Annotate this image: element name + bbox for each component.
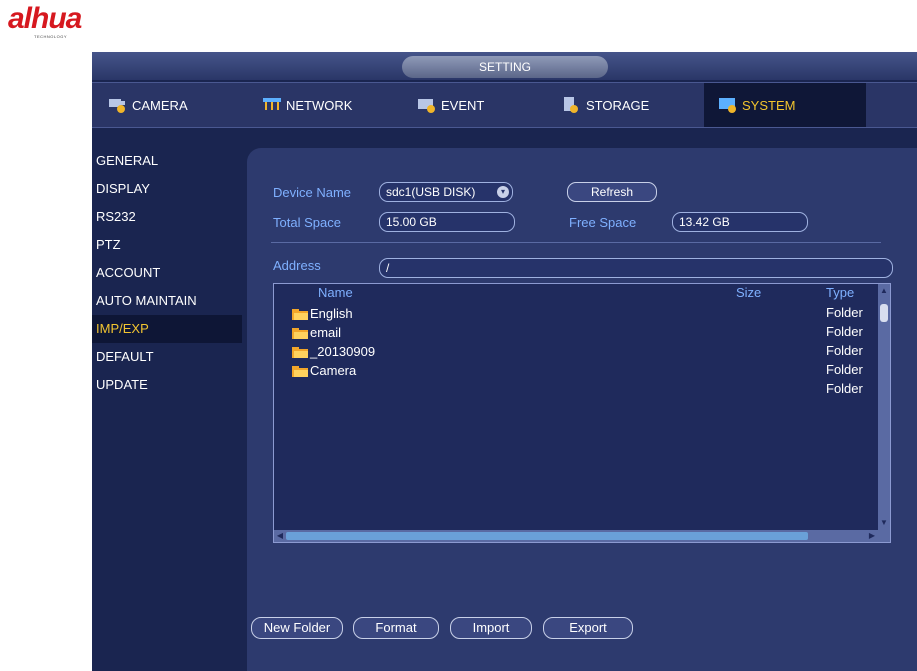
export-button[interactable]: Export <box>543 617 633 639</box>
file-type: Folder <box>826 305 863 320</box>
window-title: SETTING <box>402 56 608 78</box>
sidebar-item-general[interactable]: GENERAL <box>92 147 242 175</box>
tab-camera[interactable]: CAMERA <box>102 83 228 127</box>
event-icon <box>417 96 437 114</box>
total-space-label: Total Space <box>273 215 341 230</box>
tab-event-label: EVENT <box>441 97 485 113</box>
camera-icon <box>108 96 128 114</box>
scroll-left-icon[interactable]: ◀ <box>274 530 286 542</box>
horizontal-scrollbar[interactable]: ◀ ▶ <box>274 530 878 542</box>
column-size-header[interactable]: Size <box>736 285 761 300</box>
device-name-value: sdc1(USB DISK) <box>386 185 476 199</box>
brand-logo: alhua TECHNOLOGY <box>8 2 128 44</box>
settings-window: SETTING CAMERA NETWORK EVENT STORAGE SYS… <box>92 52 917 671</box>
address-field[interactable]: / <box>379 258 893 278</box>
tab-system-label: SYSTEM <box>742 97 796 113</box>
list-item[interactable]: _20130909 <box>292 342 375 361</box>
file-name: email <box>310 325 342 340</box>
scroll-down-icon[interactable]: ▼ <box>878 518 890 528</box>
vertical-scrollbar[interactable]: ▲ ▼ <box>878 284 890 542</box>
sidebar-item-auto-maintain[interactable]: AUTO MAINTAIN <box>92 287 242 315</box>
file-type: Folder <box>826 343 863 358</box>
system-icon <box>718 96 738 114</box>
tab-event[interactable]: EVENT <box>417 83 537 127</box>
free-space-field: 13.42 GB <box>672 212 808 232</box>
new-folder-button[interactable]: New Folder <box>251 617 343 639</box>
sidebar-item-ptz[interactable]: PTZ <box>92 231 242 259</box>
tab-network[interactable]: NETWORK <box>262 83 382 127</box>
scroll-right-icon[interactable]: ▶ <box>866 530 878 542</box>
tab-camera-label: CAMERA <box>132 97 188 113</box>
folder-icon <box>292 327 308 339</box>
folder-icon <box>292 308 308 320</box>
tab-storage[interactable]: STORAGE <box>562 83 682 127</box>
chevron-down-icon: ▾ <box>497 186 509 198</box>
divider <box>271 242 881 243</box>
file-type: Folder <box>826 324 863 339</box>
sidebar-item-default[interactable]: DEFAULT <box>92 343 242 371</box>
network-icon <box>262 96 282 114</box>
tab-storage-label: STORAGE <box>586 97 650 113</box>
sidebar-item-rs232[interactable]: RS232 <box>92 203 242 231</box>
folder-icon <box>292 346 308 358</box>
tab-system[interactable]: SYSTEM <box>704 83 866 127</box>
sidebar-item-imp-exp[interactable]: IMP/EXP <box>92 315 242 343</box>
refresh-button[interactable]: Refresh <box>567 182 657 202</box>
column-type-header[interactable]: Type <box>826 285 854 300</box>
import-button[interactable]: Import <box>450 617 532 639</box>
sidebar-item-account[interactable]: ACCOUNT <box>92 259 242 287</box>
storage-icon <box>562 96 582 114</box>
device-name-label: Device Name <box>273 185 352 200</box>
list-item[interactable]: email <box>292 323 341 342</box>
sidebar-item-update[interactable]: UPDATE <box>92 371 242 399</box>
scroll-up-icon[interactable]: ▲ <box>878 286 890 296</box>
folder-icon <box>292 365 308 377</box>
format-button[interactable]: Format <box>353 617 439 639</box>
list-item[interactable]: English <box>292 304 353 323</box>
title-bar: SETTING <box>92 52 917 80</box>
scroll-thumb[interactable] <box>286 532 808 540</box>
total-space-field: 15.00 GB <box>379 212 515 232</box>
column-name-header[interactable]: Name <box>318 285 353 300</box>
logo-subtext: TECHNOLOGY <box>34 34 68 39</box>
sidebar: GENERAL DISPLAY RS232 PTZ ACCOUNT AUTO M… <box>92 147 242 399</box>
file-type: Folder <box>826 381 863 396</box>
file-list[interactable]: Name Size Type English Folder email Fold… <box>273 283 891 543</box>
file-name: English <box>310 306 353 321</box>
tab-network-label: NETWORK <box>286 97 353 113</box>
free-space-label: Free Space <box>569 215 637 230</box>
scroll-thumb[interactable] <box>880 304 888 322</box>
list-item[interactable]: Camera <box>292 361 356 380</box>
imp-exp-panel: Device Name sdc1(USB DISK) ▾ Refresh Tot… <box>247 148 917 671</box>
tab-bar: CAMERA NETWORK EVENT STORAGE SYSTEM <box>92 82 917 128</box>
address-label: Address <box>273 258 321 273</box>
file-type: Folder <box>826 362 863 377</box>
file-name: _20130909 <box>310 344 376 359</box>
file-name: Camera <box>310 363 357 378</box>
sidebar-item-display[interactable]: DISPLAY <box>92 175 242 203</box>
logo-text: alhua <box>8 2 82 35</box>
device-name-select[interactable]: sdc1(USB DISK) ▾ <box>379 182 513 202</box>
